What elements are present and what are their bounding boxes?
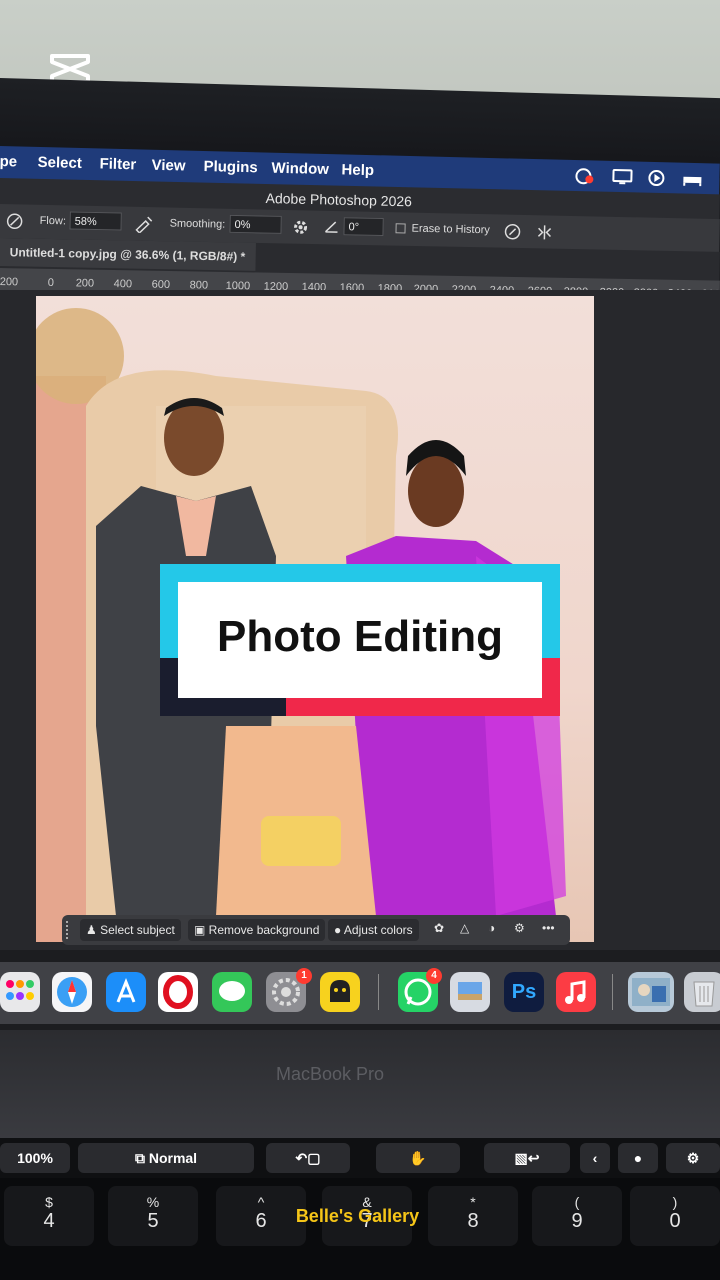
brightness-icon: ● — [633, 1150, 643, 1166]
menu-plugins[interactable]: Plugins — [203, 158, 258, 176]
history-icon: ▧↩ — [514, 1150, 540, 1166]
flow-input[interactable]: 58% — [69, 211, 122, 231]
ruler-tick: 200 — [0, 275, 19, 289]
volume-icon: ⚙ — [686, 1150, 700, 1166]
opera-icon[interactable] — [158, 972, 198, 1012]
messages-icon[interactable] — [212, 972, 252, 1012]
menu-help[interactable]: Help — [341, 161, 374, 179]
touchbar-blend-mode[interactable]: ⧉ Normal — [78, 1143, 254, 1173]
menu-window[interactable]: Window — [271, 160, 329, 178]
undo-icon: ↶▢ — [295, 1150, 321, 1166]
safari-icon[interactable] — [52, 972, 92, 1012]
adjust-colors-label: Adjust colors — [343, 923, 413, 937]
pressure-icon[interactable] — [503, 223, 521, 241]
layers-icon: ⧉ — [134, 1150, 149, 1166]
play-circle-icon[interactable] — [645, 169, 667, 188]
angle-icon — [324, 221, 338, 233]
settings-badge: 1 — [296, 968, 312, 984]
launchpad-icon[interactable] — [0, 972, 40, 1012]
touchbar-blend-mode-label: Normal — [148, 1150, 198, 1166]
gear-icon[interactable] — [291, 218, 309, 236]
overlay-title: Photo Editing — [217, 612, 503, 661]
document-tab[interactable]: Untitled-1 copy.jpg @ 36.6% (1, RGB/8#) … — [0, 238, 256, 271]
drag-handle[interactable] — [66, 921, 74, 939]
contextual-task-bar: ♟ Select subject ▣ Remove background ● A… — [62, 915, 570, 945]
adjust-colors-button[interactable]: ● Adjust colors — [328, 919, 419, 941]
angle-input[interactable]: 0° — [343, 217, 384, 237]
dock-divider — [378, 974, 379, 1010]
macbook-label: MacBook Pro — [276, 1064, 385, 1084]
remove-background-button[interactable]: ▣ Remove background — [188, 919, 326, 941]
dock-divider — [612, 974, 613, 1010]
preview-icon[interactable] — [450, 972, 490, 1012]
select-subject-button[interactable]: ♟ Select subject — [80, 919, 181, 941]
app-store-icon[interactable] — [106, 972, 146, 1012]
laptop-chin — [0, 1030, 720, 1140]
whatsapp-badge: 4 — [426, 968, 442, 984]
brush-tool-icon[interactable]: ✿ — [434, 921, 444, 935]
flow-label: Flow: — [39, 214, 67, 228]
touchbar-hand-button[interactable]: ✋ — [376, 1143, 460, 1173]
trash-icon[interactable] — [684, 972, 720, 1012]
smoothing-label: Smoothing: — [169, 217, 226, 231]
recent-photo-icon[interactable] — [628, 972, 674, 1012]
adjust-icon: ● — [334, 923, 344, 937]
cyberghost-icon[interactable] — [320, 972, 360, 1012]
menu-view[interactable]: View — [151, 157, 185, 175]
chevron-left-icon: ‹ — [592, 1150, 598, 1166]
erase-to-history-label: Erase to History — [411, 222, 490, 237]
mask-icon[interactable]: ◑ — [488, 921, 495, 935]
touchbar-brightness-button[interactable]: ● — [618, 1143, 658, 1173]
display-icon[interactable] — [611, 168, 633, 187]
person-icon: ♟ — [86, 923, 101, 937]
ruler-tick: 400 — [113, 277, 133, 291]
music-icon[interactable] — [556, 972, 596, 1012]
transform-icon[interactable]: △ — [460, 921, 469, 935]
menu-select[interactable]: Select — [37, 154, 82, 172]
touchbar-volume-button[interactable]: ⚙ — [666, 1143, 720, 1173]
settings-icon[interactable]: ⚙ — [514, 921, 525, 935]
touchbar-zoom[interactable]: 100% — [0, 1143, 70, 1173]
creative-cloud-icon[interactable] — [573, 167, 595, 186]
symmetry-icon[interactable] — [535, 223, 553, 241]
ruler-tick: 200 — [75, 277, 95, 290]
app-title: Adobe Photoshop 2026 — [265, 190, 413, 210]
erase-to-history-checkbox[interactable] — [395, 223, 406, 234]
menu-filter[interactable]: Filter — [99, 155, 136, 173]
airbrush-icon[interactable] — [133, 215, 153, 234]
hand-icon: ✋ — [409, 1150, 427, 1166]
watermark: Belle's Gallery — [295, 1206, 420, 1226]
select-subject-label: Select subject — [100, 923, 175, 937]
brush-icon[interactable] — [5, 212, 23, 230]
touchbar-history-button[interactable]: ▧↩ — [484, 1143, 570, 1173]
remove-background-label: Remove background — [208, 923, 320, 937]
more-button[interactable]: ••• — [542, 921, 555, 935]
bed-icon[interactable] — [681, 170, 703, 189]
ruler-tick: 0 — [47, 276, 54, 289]
menu-type[interactable]: pe — [0, 153, 17, 170]
photoshop-icon[interactable]: Ps — [504, 972, 544, 1012]
touchbar-collapse-button[interactable]: ‹ — [580, 1143, 610, 1173]
smoothing-input[interactable]: 0% — [229, 214, 282, 234]
touchbar-undo-button[interactable]: ↶▢ — [266, 1143, 350, 1173]
image-icon: ▣ — [194, 923, 209, 937]
